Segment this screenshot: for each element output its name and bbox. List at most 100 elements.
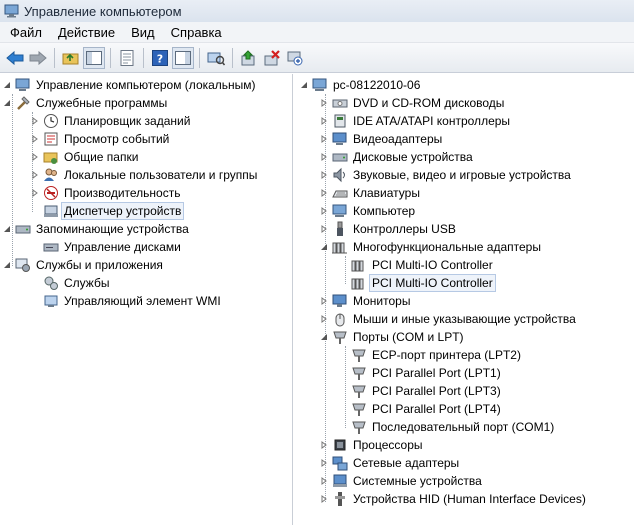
device-category-hid[interactable]: Устройства HID (Human Interface Devices) <box>319 490 588 508</box>
disk-drive-icon <box>332 149 348 165</box>
expand-arrow-icon[interactable] <box>319 134 329 144</box>
scan-hardware-button[interactable] <box>205 47 227 69</box>
tree-item-services-apps[interactable]: Службы и приложения <box>2 256 165 274</box>
device-category-network[interactable]: Сетевые адаптеры <box>319 454 461 472</box>
device-item-port-lpt4[interactable]: PCI Parallel Port (LPT4) <box>351 400 503 418</box>
tree-label: Устройства HID (Human Interface Devices) <box>353 492 586 506</box>
tree-item-local-users[interactable]: Локальные пользователи и группы <box>30 166 259 184</box>
tree-item-services[interactable]: Службы <box>30 274 111 292</box>
expand-arrow-icon[interactable] <box>319 206 329 216</box>
expand-arrow-icon[interactable] <box>319 440 329 450</box>
tree-line <box>345 256 346 284</box>
device-category-multifunction[interactable]: Многофункциональные адаптеры <box>319 238 543 256</box>
tree-item-storage[interactable]: Запоминающие устройства <box>2 220 191 238</box>
system-devices-icon <box>332 473 348 489</box>
console-tree-icon <box>86 50 102 65</box>
tree-label: Службы <box>64 276 110 290</box>
menu-file[interactable]: Файл <box>0 22 50 43</box>
device-item-multi-io-2[interactable]: PCI Multi-IO Controller <box>351 274 496 292</box>
device-category-monitors[interactable]: Мониторы <box>319 292 412 310</box>
properties-button[interactable] <box>116 47 138 69</box>
update-driver-button[interactable] <box>238 47 260 69</box>
collapse-arrow-icon[interactable] <box>2 260 12 270</box>
up-level-button[interactable] <box>60 47 82 69</box>
ide-controller-icon <box>332 113 348 129</box>
back-arrow-icon <box>6 50 24 65</box>
expand-arrow-icon[interactable] <box>319 116 329 126</box>
tree-item-task-scheduler[interactable]: Планировщик заданий <box>30 112 192 130</box>
device-tree-root[interactable]: pc-08122010-06 <box>299 76 422 94</box>
tree-item-disk-management[interactable]: Управление дисками <box>30 238 183 256</box>
processor-icon <box>332 437 348 453</box>
port-icon <box>351 365 367 381</box>
show-action-pane-button[interactable] <box>172 46 194 69</box>
device-category-computer[interactable]: Компьютер <box>319 202 417 220</box>
expand-arrow-icon[interactable] <box>319 494 329 504</box>
mouse-icon <box>332 311 348 327</box>
device-category-cpus[interactable]: Процессоры <box>319 436 425 454</box>
port-icon <box>351 347 367 363</box>
expand-arrow-icon[interactable] <box>30 170 40 180</box>
device-category-video[interactable]: Видеоадаптеры <box>319 130 444 148</box>
collapse-arrow-icon[interactable] <box>319 242 329 252</box>
device-item-multi-io-1[interactable]: PCI Multi-IO Controller <box>351 256 495 274</box>
help-button[interactable]: ? <box>149 47 171 69</box>
collapse-arrow-icon[interactable] <box>319 332 329 342</box>
device-category-sound[interactable]: Звуковые, видео и игровые устройства <box>319 166 573 184</box>
tree-item-event-viewer[interactable]: Просмотр событий <box>30 130 171 148</box>
collapse-arrow-icon[interactable] <box>2 80 12 90</box>
expand-arrow-icon[interactable] <box>30 188 40 198</box>
device-category-dvd[interactable]: DVD и CD-ROM дисководы <box>319 94 506 112</box>
device-item-port-lpt2[interactable]: ECP-порт принтера (LPT2) <box>351 346 523 364</box>
expand-arrow-icon[interactable] <box>319 98 329 108</box>
tree-label: Управляющий элемент WMI <box>64 294 221 308</box>
forward-button[interactable] <box>27 47 49 69</box>
collapse-arrow-icon[interactable] <box>2 224 12 234</box>
device-category-ports[interactable]: Порты (COM и LPT) <box>319 328 466 346</box>
dvd-drive-icon <box>332 95 348 111</box>
uninstall-button[interactable] <box>261 47 283 69</box>
device-item-port-lpt3[interactable]: PCI Parallel Port (LPT3) <box>351 382 503 400</box>
usb-icon <box>332 221 348 237</box>
expand-arrow-icon[interactable] <box>30 152 40 162</box>
speaker-icon <box>332 167 348 183</box>
tree-label: Видеоадаптеры <box>353 132 443 146</box>
expand-arrow-icon[interactable] <box>319 476 329 486</box>
menu-view[interactable]: Вид <box>123 22 163 43</box>
port-icon <box>351 383 367 399</box>
tree-item-wmi[interactable]: Управляющий элемент WMI <box>30 292 223 310</box>
expand-arrow-icon[interactable] <box>319 170 329 180</box>
expand-arrow-icon[interactable] <box>319 188 329 198</box>
tree-item-device-manager[interactable]: Диспетчер устройств <box>30 202 185 220</box>
disable-button[interactable] <box>284 47 306 69</box>
menu-action[interactable]: Действие <box>50 22 123 43</box>
device-category-usb[interactable]: Контроллеры USB <box>319 220 458 238</box>
device-category-ide[interactable]: IDE ATA/ATAPI контроллеры <box>319 112 512 130</box>
tree-item-shared-folders[interactable]: Общие папки <box>30 148 140 166</box>
collapse-arrow-icon[interactable] <box>2 98 12 108</box>
collapse-arrow-icon[interactable] <box>299 80 309 90</box>
device-category-system[interactable]: Системные устройства <box>319 472 484 490</box>
expand-arrow-icon[interactable] <box>319 296 329 306</box>
menu-help[interactable]: Справка <box>163 22 230 43</box>
tree-root-computer-management[interactable]: Управление компьютером (локальным) <box>2 76 258 94</box>
port-icon <box>332 329 348 345</box>
device-category-keyboards[interactable]: Клавиатуры <box>319 184 422 202</box>
device-item-port-lpt1[interactable]: PCI Parallel Port (LPT1) <box>351 364 503 382</box>
tree-item-performance[interactable]: Производительность <box>30 184 182 202</box>
toolbar-separator <box>143 47 144 68</box>
device-item-port-com1[interactable]: Последовательный порт (COM1) <box>351 418 556 436</box>
back-button[interactable] <box>4 47 26 69</box>
expand-arrow-icon[interactable] <box>319 152 329 162</box>
expand-arrow-icon[interactable] <box>30 116 40 126</box>
show-hide-tree-button[interactable] <box>83 46 105 69</box>
expand-arrow-icon[interactable] <box>319 224 329 234</box>
device-category-mice[interactable]: Мыши и иные указывающие устройства <box>319 310 578 328</box>
expand-arrow-icon[interactable] <box>319 314 329 324</box>
tree-item-utilities[interactable]: Служебные программы <box>2 94 169 112</box>
expand-arrow-icon[interactable] <box>30 134 40 144</box>
expand-arrow-icon[interactable] <box>319 458 329 468</box>
menu-bar: Файл Действие Вид Справка <box>0 22 634 43</box>
computer-management-icon <box>15 77 31 93</box>
device-category-disks[interactable]: Дисковые устройства <box>319 148 475 166</box>
